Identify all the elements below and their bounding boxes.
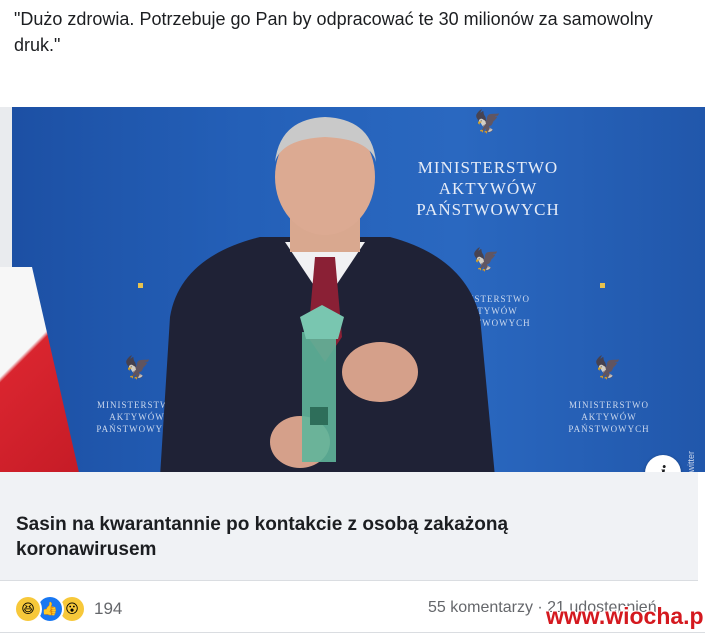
pattern-dot [600,283,605,288]
eagle-emblem-icon: 🦅 [124,355,152,380]
eagle-emblem-icon: 🦅 [594,355,622,380]
post-text: "Dużo zdrowia. Potrzebuje go Pan by odpr… [14,9,653,55]
speaker-figure [160,117,495,472]
post-image[interactable]: MINISTERSTWO AKTYWÓW PAŃSTWOWYCH MINISTE… [0,107,705,472]
pattern-dot [138,283,143,288]
ministry-sign-small: MINISTERSTWO AKTYWÓW PAŃSTWOWYCH [568,400,650,434]
haha-reaction-icon: 😆 [14,595,42,623]
reaction-count: 194 [94,599,123,618]
polish-flag [0,267,80,472]
link-preview-card[interactable]: Sasin na kwarantannie po kontakcie z oso… [0,472,698,581]
site-watermark: www.wiocha.pl [546,603,705,629]
reactions-summary[interactable]: 😆 👍 😮 194 [14,595,122,623]
link-title[interactable]: Sasin na kwarantannie po kontakcie z oso… [16,512,636,562]
divider [0,632,705,633]
screen-source-label: screen: twitter [686,451,696,472]
